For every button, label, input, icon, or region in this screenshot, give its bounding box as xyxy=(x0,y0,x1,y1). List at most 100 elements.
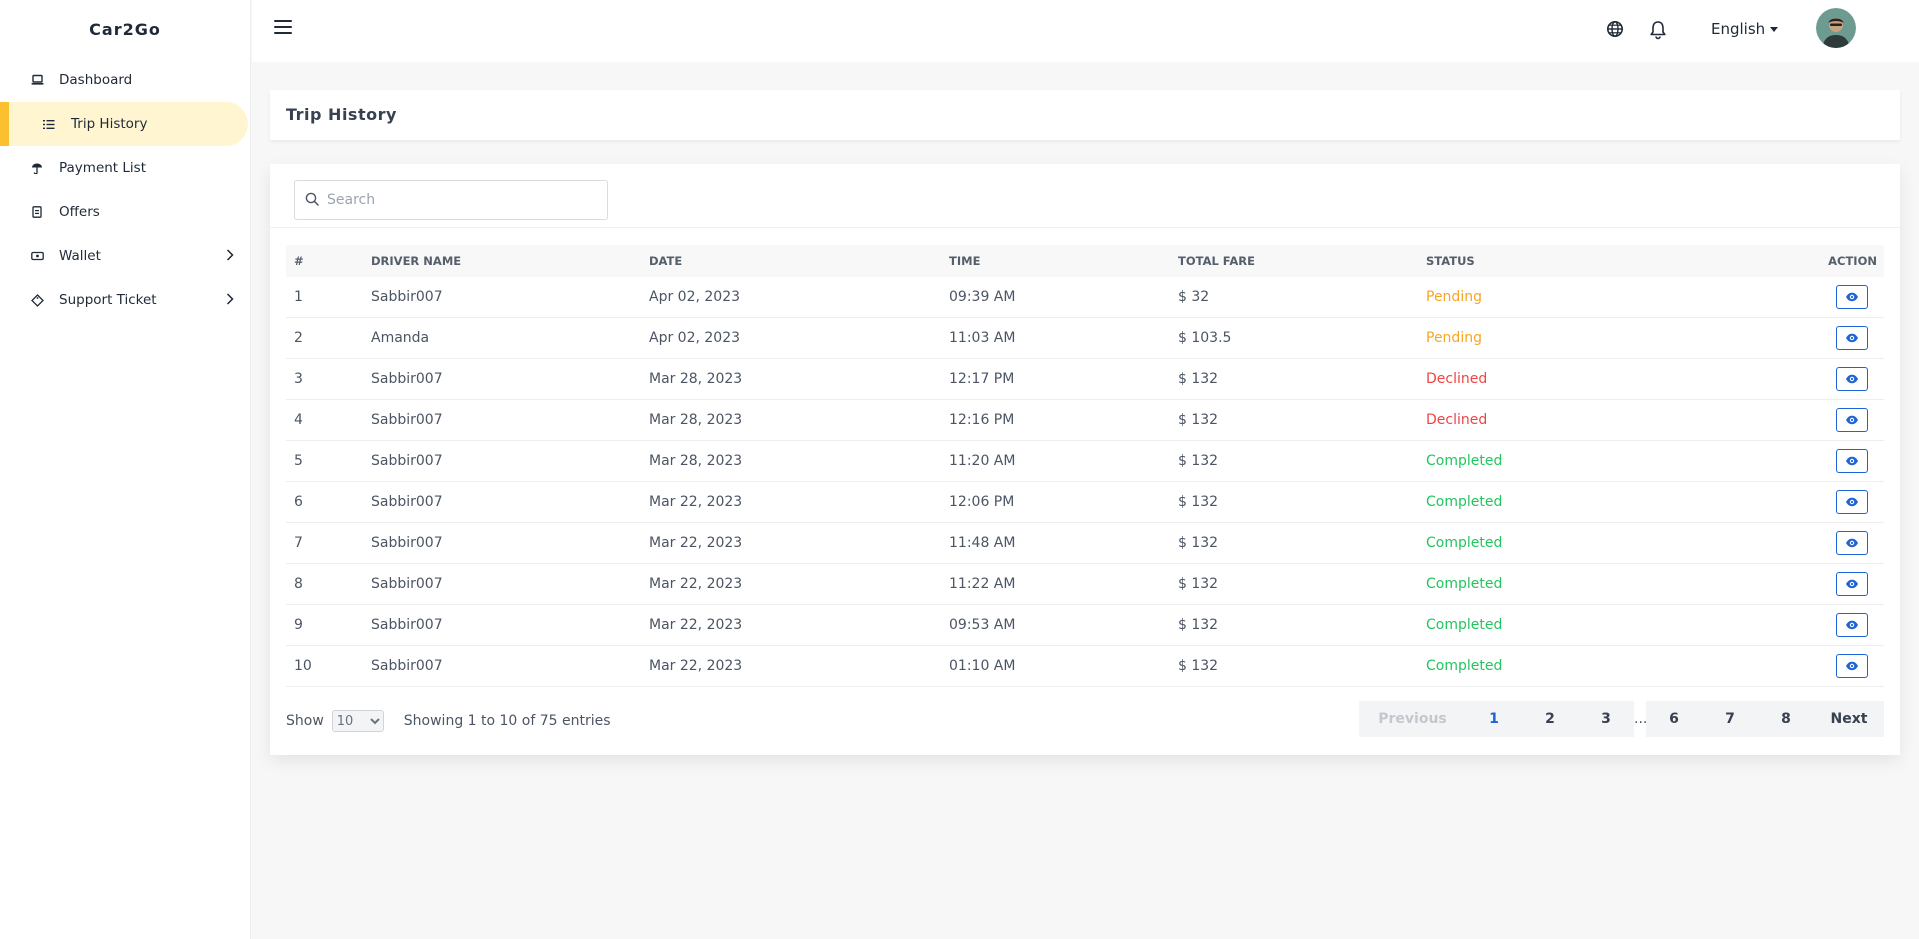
cell-date: Mar 22, 2023 xyxy=(649,658,743,674)
language-dropdown[interactable]: English xyxy=(1711,20,1779,38)
cell-time: 12:17 PM xyxy=(949,371,1015,387)
sidebar: Car2Go Dashboard Trip History Payment Li… xyxy=(0,0,251,939)
cell-date: Mar 28, 2023 xyxy=(649,453,743,469)
cell-total-fare: $ 132 xyxy=(1178,617,1219,633)
sidebar-item-label: Offers xyxy=(59,204,100,220)
view-button[interactable] xyxy=(1836,531,1868,555)
view-button[interactable] xyxy=(1836,367,1868,391)
cell-date: Mar 22, 2023 xyxy=(649,576,743,592)
list-icon xyxy=(42,117,56,131)
cell-time: 11:03 AM xyxy=(949,330,1016,346)
table-row: 1 Sabbir007 Apr 02, 2023 09:39 AM $ 32 P… xyxy=(286,277,1884,318)
search-input[interactable] xyxy=(327,192,597,208)
view-button[interactable] xyxy=(1836,490,1868,514)
cell-time: 11:22 AM xyxy=(949,576,1016,592)
column-header-total-fare[interactable]: TOTAL FARE xyxy=(1178,254,1426,268)
cell-action xyxy=(1806,490,1884,514)
brand-logo[interactable]: Car2Go xyxy=(0,0,250,58)
cell-total-fare: $ 132 xyxy=(1178,371,1219,387)
page-button-2[interactable]: 2 xyxy=(1522,701,1578,737)
view-button[interactable] xyxy=(1836,326,1868,350)
column-header-time[interactable]: TIME xyxy=(949,254,1178,268)
cell-time: 11:48 AM xyxy=(949,535,1016,551)
eye-icon xyxy=(1846,538,1858,548)
status-badge: Completed xyxy=(1426,494,1503,510)
cell-action xyxy=(1806,326,1884,350)
entries-info: Showing 1 to 10 of 75 entries xyxy=(403,713,611,729)
sidebar-item-payment-list[interactable]: Payment List xyxy=(0,146,248,190)
cell-date: Mar 28, 2023 xyxy=(649,412,743,428)
status-badge: Declined xyxy=(1426,412,1488,428)
sidebar-item-offers[interactable]: Offers xyxy=(0,190,248,234)
table-row: 4 Sabbir007 Mar 28, 2023 12:16 PM $ 132 … xyxy=(286,400,1884,441)
page-button-1[interactable]: 1 xyxy=(1466,701,1522,737)
receipt-icon xyxy=(30,205,44,219)
view-button[interactable] xyxy=(1836,572,1868,596)
cell-date: Apr 02, 2023 xyxy=(649,289,741,305)
page-size-select[interactable]: 10 xyxy=(331,710,384,732)
status-badge: Completed xyxy=(1426,576,1503,592)
status-badge: Completed xyxy=(1426,658,1503,674)
search-bar xyxy=(270,164,1900,228)
eye-icon xyxy=(1846,333,1858,343)
page-button-8[interactable]: 8 xyxy=(1758,701,1814,737)
table-row: 9 Sabbir007 Mar 22, 2023 09:53 AM $ 132 … xyxy=(286,605,1884,646)
view-button[interactable] xyxy=(1836,654,1868,678)
eye-icon xyxy=(1846,620,1858,630)
bell-icon[interactable] xyxy=(1649,20,1669,40)
sidebar-item-wallet[interactable]: Wallet xyxy=(0,234,248,278)
cell-number: 2 xyxy=(294,330,303,346)
view-button[interactable] xyxy=(1836,613,1868,637)
cell-time: 09:39 AM xyxy=(949,289,1016,305)
page-button-7[interactable]: 7 xyxy=(1702,701,1758,737)
pagination-ellipsis: ... xyxy=(1634,711,1648,727)
top-bar: English xyxy=(252,0,1919,62)
previous-button[interactable]: Previous xyxy=(1359,701,1466,737)
next-button[interactable]: Next xyxy=(1814,701,1884,737)
cell-driver-name: Sabbir007 xyxy=(371,658,443,674)
menu-icon[interactable] xyxy=(274,20,292,40)
pagination: Previous 1 2 3 ... 6 7 8 Next xyxy=(1359,701,1884,737)
cell-number: 8 xyxy=(294,576,303,592)
page-button-3[interactable]: 3 xyxy=(1578,701,1634,737)
avatar[interactable] xyxy=(1816,8,1856,48)
eye-icon xyxy=(1846,374,1858,384)
chevron-right-icon xyxy=(226,249,234,265)
cell-time: 12:16 PM xyxy=(949,412,1015,428)
sidebar-item-support-ticket[interactable]: Support Ticket xyxy=(0,278,248,322)
column-header-driver-name[interactable]: DRIVER NAME xyxy=(371,254,649,268)
caret-down-icon xyxy=(1770,26,1779,32)
sidebar-item-dashboard[interactable]: Dashboard xyxy=(0,58,248,102)
trip-history-card: # DRIVER NAME DATE TIME TOTAL FARE STATU… xyxy=(270,164,1900,755)
search-field[interactable] xyxy=(294,180,608,220)
cell-number: 7 xyxy=(294,535,303,551)
column-header-date[interactable]: DATE xyxy=(649,254,949,268)
search-icon xyxy=(305,191,319,210)
page-button-6[interactable]: 6 xyxy=(1646,701,1702,737)
sidebar-item-trip-history[interactable]: Trip History xyxy=(0,102,248,146)
cell-number: 9 xyxy=(294,617,303,633)
cell-time: 09:53 AM xyxy=(949,617,1016,633)
status-badge: Completed xyxy=(1426,617,1503,633)
table-row: 10 Sabbir007 Mar 22, 2023 01:10 AM $ 132… xyxy=(286,646,1884,687)
cell-date: Mar 28, 2023 xyxy=(649,371,743,387)
eye-icon xyxy=(1846,661,1858,671)
cell-total-fare: $ 132 xyxy=(1178,412,1219,428)
page-size-control: Show 10 Showing 1 to 10 of 75 entries xyxy=(286,710,611,732)
cell-time: 01:10 AM xyxy=(949,658,1016,674)
cell-total-fare: $ 132 xyxy=(1178,453,1219,469)
view-button[interactable] xyxy=(1836,449,1868,473)
view-button[interactable] xyxy=(1836,285,1868,309)
cell-action xyxy=(1806,613,1884,637)
ticket-icon xyxy=(30,293,44,307)
sidebar-item-label: Wallet xyxy=(59,248,101,264)
table-row: 6 Sabbir007 Mar 22, 2023 12:06 PM $ 132 … xyxy=(286,482,1884,523)
globe-icon[interactable] xyxy=(1606,20,1626,40)
column-header-number[interactable]: # xyxy=(286,254,371,268)
status-badge: Completed xyxy=(1426,535,1503,551)
column-header-status[interactable]: STATUS xyxy=(1426,254,1806,268)
view-button[interactable] xyxy=(1836,408,1868,432)
cell-total-fare: $ 103.5 xyxy=(1178,330,1232,346)
status-badge: Pending xyxy=(1426,289,1482,305)
status-badge: Declined xyxy=(1426,371,1488,387)
